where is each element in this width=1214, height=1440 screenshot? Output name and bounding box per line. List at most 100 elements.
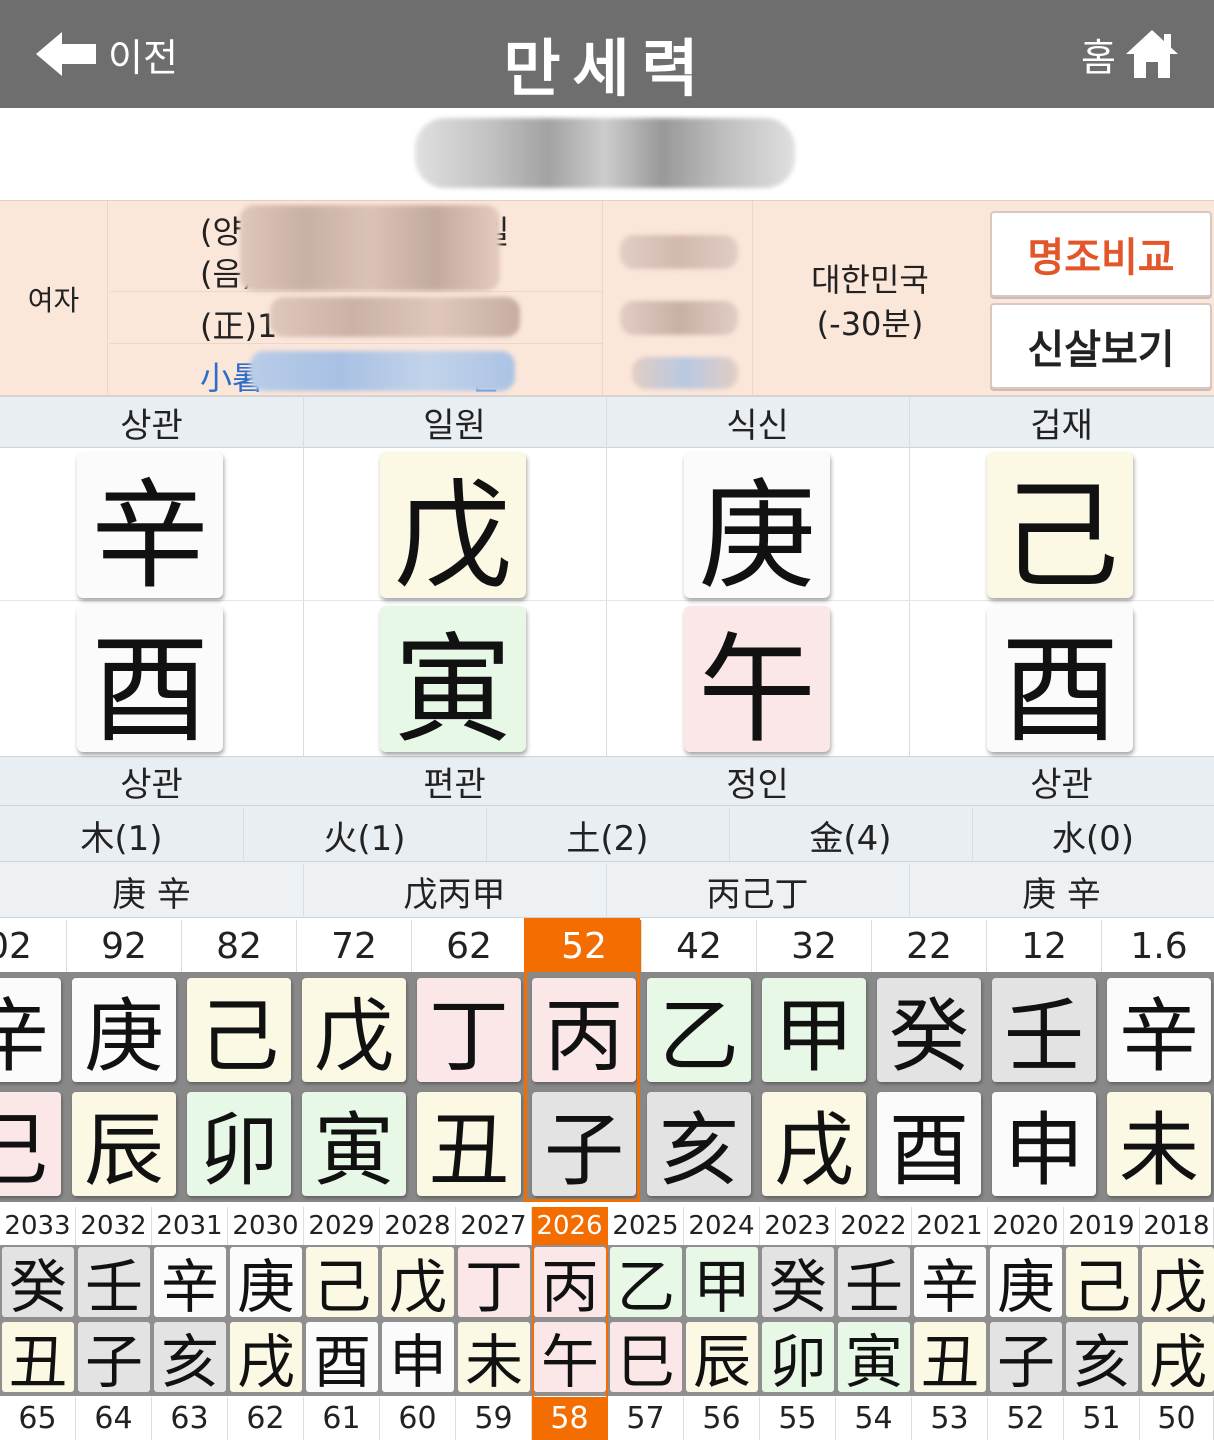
daeun-branch-tile[interactable]: 辰	[72, 1092, 176, 1197]
seun-branch-tile[interactable]: 巳	[610, 1322, 682, 1396]
seun-branch-tile[interactable]: 丑	[914, 1322, 986, 1396]
seun-age: 56	[684, 1397, 760, 1440]
seun-age: 65	[0, 1397, 76, 1440]
time-redacted	[620, 301, 738, 335]
date-redacted	[240, 205, 500, 291]
seun-stem-tile[interactable]: 乙	[610, 1247, 682, 1321]
year-pillar-bottom-label: 상관	[1030, 764, 1093, 805]
daeun-age[interactable]: 12	[987, 920, 1102, 972]
seun-branch-tile[interactable]: 子	[78, 1322, 150, 1396]
solar-date-label: (양	[200, 213, 242, 251]
seun-age: 57	[608, 1397, 684, 1440]
divider	[909, 864, 910, 918]
daeun-stem-tile[interactable]: 壬	[992, 978, 1096, 1083]
home-button[interactable]: 홈	[1081, 22, 1180, 86]
view-sinsal-button[interactable]: 신살보기	[990, 303, 1212, 389]
daeun-stem-tile[interactable]: 乙	[647, 978, 751, 1083]
daeun-age[interactable]: 1.6	[1102, 920, 1214, 972]
seun-stem-tile[interactable]: 癸	[762, 1247, 834, 1321]
seun-branch-tile[interactable]: 亥	[1066, 1322, 1138, 1396]
daeun-age[interactable]: 42	[642, 920, 757, 972]
true-date-label: (正)1	[200, 307, 278, 345]
seun-age: 51	[1064, 1397, 1140, 1440]
daeun-stem-tile[interactable]: 辛	[1107, 978, 1211, 1083]
seun-branch-tile[interactable]: 申	[382, 1322, 454, 1396]
daeun-branch-tile[interactable]: 戌	[762, 1092, 866, 1197]
daeun-branch-tile[interactable]: 卯	[187, 1092, 291, 1197]
daeun-age[interactable]: 92	[67, 920, 182, 972]
daeun-branch-tile[interactable]: 寅	[302, 1092, 406, 1197]
seun-stem-tile[interactable]: 戊	[1142, 1247, 1214, 1321]
seun-age: 61	[304, 1397, 380, 1440]
compare-chart-button[interactable]: 명조비교	[990, 211, 1212, 297]
seun-stem-tile[interactable]: 己	[306, 1247, 378, 1321]
month-stem-tile[interactable]: 庚	[684, 452, 830, 605]
daeun-branch-tile[interactable]: 未	[1107, 1092, 1211, 1197]
seun-branch-tile[interactable]: 戌	[230, 1322, 302, 1396]
seun-age: 64	[76, 1397, 152, 1440]
birth-info-panel: 여자 (양 일 (음) (正)1 小暑 월 명조비교 신살보기	[0, 200, 1214, 397]
daeun-stem-tile[interactable]: 庚	[72, 978, 176, 1083]
daeun-branch-tile[interactable]: 酉	[877, 1092, 981, 1197]
seun-stem-tile[interactable]: 辛	[914, 1247, 986, 1321]
daeun-age[interactable]: 72	[297, 920, 412, 972]
seun-stem-tile[interactable]: 壬	[78, 1247, 150, 1321]
daeun-branch-tile[interactable]: 亥	[647, 1092, 751, 1197]
seun-branch-tile[interactable]: 丑	[2, 1322, 74, 1396]
hour-stem-tile[interactable]: 辛	[77, 452, 223, 605]
daeun-stem-tile[interactable]: 己	[187, 978, 291, 1083]
seun-branch-tile[interactable]: 子	[990, 1322, 1062, 1396]
hour-branch-tile[interactable]: 酉	[77, 606, 223, 759]
daeun-branch-tile[interactable]: 巳	[0, 1092, 61, 1197]
seun-age: 60	[380, 1397, 456, 1440]
month-hidden-stems: 丙己丁	[706, 874, 809, 915]
hour-pillar-bottom-label: 상관	[120, 764, 183, 805]
seun-branch-tile[interactable]: 戌	[1142, 1322, 1214, 1396]
seun-stem-tile[interactable]: 丁	[458, 1247, 530, 1321]
divider	[243, 808, 244, 862]
seun-branch-tile[interactable]: 亥	[154, 1322, 226, 1396]
seun-stem-tile[interactable]: 庚	[990, 1247, 1062, 1321]
month-pillar-bottom-label: 정인	[726, 764, 789, 805]
divider	[602, 201, 603, 397]
divider	[110, 291, 602, 292]
country-label: 대한민국	[811, 261, 929, 299]
element-metal-count: 金(4)	[809, 818, 892, 859]
month-branch-tile[interactable]: 午	[684, 606, 830, 759]
seun-age: 53	[912, 1397, 988, 1440]
year-stem-tile[interactable]: 己	[987, 452, 1133, 605]
daeun-stem-tile[interactable]: 甲	[762, 978, 866, 1083]
seun-stem-tile[interactable]: 庚	[230, 1247, 302, 1321]
seun-stem-tile[interactable]: 壬	[838, 1247, 910, 1321]
seun-stem-tile[interactable]: 辛	[154, 1247, 226, 1321]
daeun-branch-tile[interactable]: 申	[992, 1092, 1096, 1197]
seun-branch-tile[interactable]: 卯	[762, 1322, 834, 1396]
year-branch-tile[interactable]: 酉	[987, 606, 1133, 759]
seun-stem-tile[interactable]: 戊	[382, 1247, 454, 1321]
day-stem-tile[interactable]: 戊	[380, 452, 526, 605]
daeun-stem-tile[interactable]: 戊	[302, 978, 406, 1083]
day-branch-tile[interactable]: 寅	[380, 606, 526, 759]
daeun-stem-tile[interactable]: 癸	[877, 978, 981, 1083]
day-hidden-stems: 戊丙甲	[403, 874, 506, 915]
element-water-count: 水(0)	[1051, 818, 1135, 859]
seun-stem-tile[interactable]: 己	[1066, 1247, 1138, 1321]
daeun-age[interactable]: 62	[412, 920, 527, 972]
seun-stem-tile[interactable]: 癸	[2, 1247, 74, 1321]
seun-branch-tile[interactable]: 未	[458, 1322, 530, 1396]
daeun-age[interactable]: 82	[182, 920, 297, 972]
daeun-age[interactable]: 22	[872, 920, 987, 972]
element-fire-count: 火(1)	[323, 818, 406, 859]
seun-branch-tile[interactable]: 酉	[306, 1322, 378, 1396]
daeun-branch-tile[interactable]: 丑	[417, 1092, 521, 1197]
year-hidden-stems: 庚 辛	[1022, 874, 1101, 915]
seun-stem-tile[interactable]: 甲	[686, 1247, 758, 1321]
daeun-age[interactable]: 02	[0, 920, 67, 972]
seun-branch-tile[interactable]: 辰	[686, 1322, 758, 1396]
daeun-age[interactable]: 32	[757, 920, 872, 972]
seun-age: 50	[1140, 1397, 1214, 1440]
daeun-stem-tile[interactable]: 丁	[417, 978, 521, 1083]
divider	[909, 396, 910, 756]
daeun-stem-tile[interactable]: 辛	[0, 978, 61, 1083]
seun-branch-tile[interactable]: 寅	[838, 1322, 910, 1396]
